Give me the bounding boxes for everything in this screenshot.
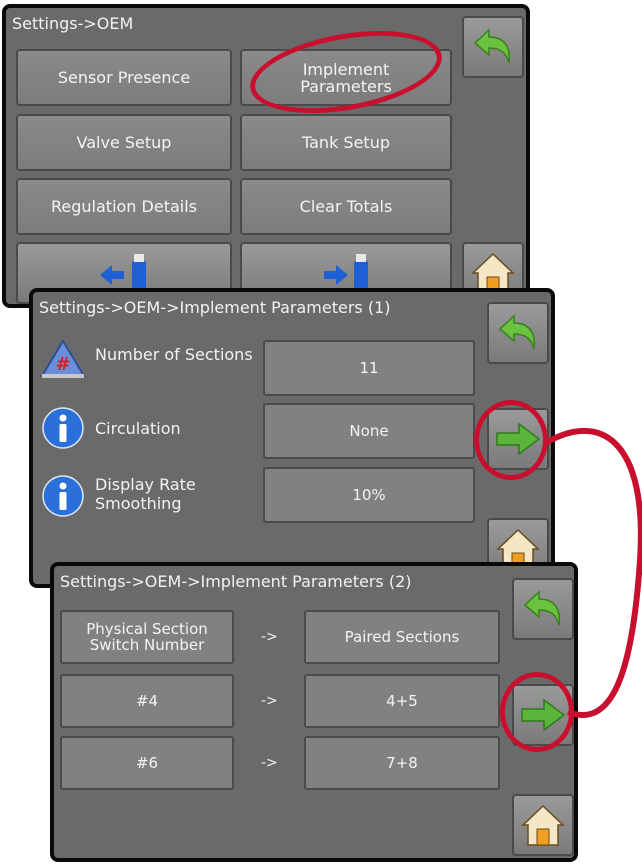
circulation-field[interactable]: None [263,403,475,459]
display-rate-smoothing-field[interactable]: 10% [263,467,475,523]
info-icon [41,406,85,450]
svg-text:#: # [55,354,70,375]
screen-title: Settings->OEM->Implement Parameters (2) [60,572,412,591]
back-button[interactable] [462,16,524,78]
mapping-arrow: -> [261,629,278,645]
number-of-sections-label: Number of Sections [95,345,253,364]
highlight-oval-next-button [500,672,574,752]
highlight-oval-next-button [474,400,548,480]
valve-setup-button[interactable]: Valve Setup [16,114,232,171]
regulation-details-button[interactable]: Regulation Details [16,178,232,235]
usb-import-icon [94,253,154,293]
back-arrow-icon [471,27,515,67]
back-button[interactable] [512,578,574,640]
sections-icon: # [39,338,87,380]
paired-sections-header: Paired Sections [304,610,500,664]
back-arrow-icon [521,589,565,629]
usb-export-icon [316,253,376,293]
sensor-presence-button[interactable]: Sensor Presence [16,49,232,106]
implement-parameters-screen-2: Settings->OEM->Implement Parameters (2) … [50,562,578,862]
oem-settings-screen: Settings->OEM Sensor Presence Implement … [2,4,530,308]
mapping-arrow: -> [261,693,278,709]
mapping-arrow: -> [261,755,278,771]
tank-setup-button[interactable]: Tank Setup [240,114,452,171]
paired-sections-field[interactable]: 4+5 [304,674,500,728]
screen-title: Settings->OEM [12,14,134,33]
screen-title: Settings->OEM->Implement Parameters (1) [39,298,391,317]
display-rate-smoothing-label: Display Rate Smoothing [95,475,196,513]
back-arrow-icon [496,313,540,353]
circulation-label: Circulation [95,419,181,438]
info-icon [41,474,85,518]
paired-sections-field[interactable]: 7+8 [304,736,500,790]
physical-section-header: Physical Section Switch Number [60,610,234,664]
clear-totals-button[interactable]: Clear Totals [240,178,452,235]
home-button[interactable] [512,794,574,856]
physical-section-field[interactable]: #4 [60,674,234,728]
back-button[interactable] [487,302,549,364]
number-of-sections-field[interactable]: 11 [263,340,475,396]
physical-section-field[interactable]: #6 [60,736,234,790]
home-icon [520,803,566,847]
